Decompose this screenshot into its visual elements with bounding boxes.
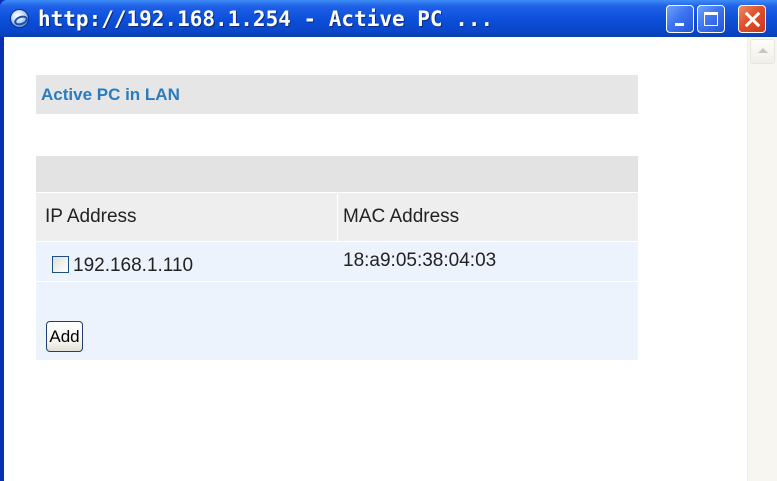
table-header-row: IP Address MAC Address [36, 193, 638, 241]
close-button[interactable] [738, 5, 766, 33]
window-title: http://192.168.1.254 - Active PC ... [38, 7, 494, 31]
panel-title: Active PC in LAN [41, 85, 180, 104]
column-header-ip: IP Address [45, 206, 137, 227]
table-row: 192.168.1.110 18:a9:05:38:04:03 [36, 242, 638, 282]
row-select-checkbox[interactable] [52, 256, 69, 273]
title-bar[interactable]: http://192.168.1.254 - Active PC ... [0, 0, 777, 37]
page-content: Active PC in LAN IP Address MAC Address … [4, 37, 777, 481]
cell-ip-address: 192.168.1.110 [73, 255, 194, 276]
column-divider [337, 193, 338, 241]
scroll-up-arrow-icon[interactable] [750, 39, 775, 64]
minimize-button[interactable] [666, 5, 694, 33]
add-button[interactable]: Add [46, 321, 83, 352]
vertical-scrollbar[interactable] [747, 37, 777, 481]
table-body: 192.168.1.110 18:a9:05:38:04:03 Add [36, 242, 638, 360]
panel-header: Active PC in LAN [36, 75, 638, 115]
spacer-row [36, 156, 638, 192]
cell-mac-address: 18:a9:05:38:04:03 [343, 250, 497, 271]
browser-popup-window: http://192.168.1.254 - Active PC ... Act… [0, 0, 777, 481]
maximize-button[interactable] [697, 5, 725, 33]
column-header-mac: MAC Address [343, 206, 460, 227]
ie-globe-icon [10, 9, 29, 28]
